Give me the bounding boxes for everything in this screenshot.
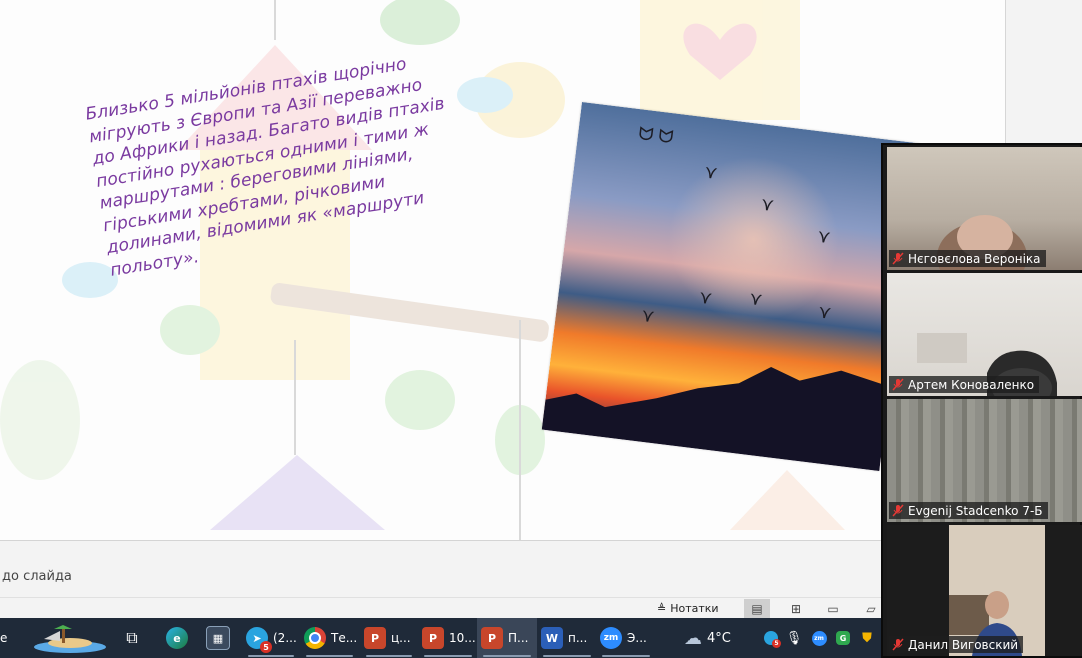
- participant-tile[interactable]: Нєговєлова Вероніка: [887, 147, 1082, 270]
- taskbar-calculator[interactable]: ▦: [203, 618, 233, 658]
- tray-app[interactable]: 5: [762, 618, 781, 658]
- taskbar-word[interactable]: W п...: [537, 618, 597, 658]
- muted-mic-icon: [892, 504, 904, 517]
- island-icon: [34, 625, 106, 653]
- taskbar-label-zoom: Э...: [627, 631, 647, 645]
- weather-temperature: 4°C: [707, 630, 731, 646]
- microphone-icon: 🎙: [785, 630, 803, 646]
- tray-badge: 5: [772, 639, 781, 648]
- svg-text:ᗢ: ᗢ: [637, 123, 654, 146]
- telegram-icon: ➤ 5: [246, 627, 272, 653]
- taskbar-label-powerpoint-2: 10...: [449, 631, 476, 645]
- slide-sorter-icon[interactable]: ⊞: [783, 599, 809, 618]
- task-view-button[interactable]: ⧉: [118, 618, 146, 658]
- widgets-island-icon[interactable]: [32, 618, 110, 658]
- taskbar-label-telegram: (2...: [273, 631, 297, 645]
- slide-canvas[interactable]: Близько 5 мільйонів птахів щорічно мігру…: [0, 0, 1005, 540]
- taskbar-label-chrome: Те...: [331, 631, 358, 645]
- notes-icon: ≜: [657, 602, 667, 615]
- reading-view-icon[interactable]: ▭: [820, 599, 846, 618]
- powerpoint-icon: P: [481, 627, 503, 649]
- edge-icon: e: [166, 627, 188, 649]
- svg-text:⋎: ⋎: [748, 288, 764, 310]
- taskbar-label-word: п...: [568, 631, 588, 645]
- zoom-tray-icon: zm: [811, 630, 827, 646]
- participant-name-tag: Артем Коноваленко: [889, 376, 1040, 393]
- participant-name: Нєговєлова Вероніка: [908, 251, 1041, 266]
- tray-green-app[interactable]: G: [834, 618, 852, 658]
- participant-name: Артем Коноваленко: [908, 377, 1035, 392]
- powerpoint-icon: P: [422, 627, 444, 649]
- tray-green-icon: G: [836, 631, 850, 645]
- svg-text:⋎: ⋎: [817, 301, 833, 323]
- taskbar-edge[interactable]: e: [162, 618, 192, 658]
- powerpoint-icon: P: [364, 627, 386, 649]
- tray-app-icon: 5: [764, 631, 781, 648]
- muted-mic-icon: [892, 638, 904, 651]
- participant-name: Evgenij Stadcenko 7-Б: [908, 503, 1043, 518]
- cloud-icon: ☁: [684, 627, 702, 649]
- taskbar-cut-text: е: [0, 631, 8, 645]
- calculator-icon: ▦: [206, 626, 230, 650]
- participant-tile[interactable]: Evgenij Stadcenko 7-Б: [887, 399, 1082, 522]
- participant-tile[interactable]: Артем Коноваленко: [887, 273, 1082, 396]
- microphone-tray[interactable]: 🎙: [785, 618, 803, 658]
- taskbar-label-powerpoint-1: ц...: [391, 631, 411, 645]
- photo-illustration: ᗢ ᗢ ⋎ ⋎ ⋎ ⋎ ⋎ ⋎ ⋎: [541, 102, 920, 471]
- svg-text:⋎: ⋎: [816, 226, 832, 248]
- tray-security[interactable]: ⛊: [858, 618, 876, 658]
- zoom-icon: zm: [600, 627, 622, 649]
- taskbar-zoom[interactable]: zm Э...: [596, 618, 656, 658]
- muted-mic-icon: [892, 252, 904, 265]
- notes-label: Нотатки: [670, 602, 719, 615]
- participant-name-tag: Нєговєлова Вероніка: [889, 250, 1046, 267]
- taskbar-telegram[interactable]: ➤ 5 (2...: [242, 618, 300, 658]
- svg-text:⋎: ⋎: [698, 287, 714, 309]
- participant-name-tag: Данил Виговский: [889, 636, 1024, 653]
- word-icon: W: [541, 627, 563, 649]
- shield-icon: ⛊: [862, 630, 872, 646]
- telegram-badge: 5: [260, 641, 272, 653]
- zoom-tray[interactable]: zm: [810, 618, 828, 658]
- taskbar-label-powerpoint-3: П...: [508, 631, 529, 645]
- zoom-video-panel[interactable]: Нєговєлова Вероніка Артем Коноваленко Ev…: [881, 143, 1082, 658]
- muted-mic-icon: [892, 378, 904, 391]
- participant-tile[interactable]: Данил Виговский: [887, 525, 1082, 656]
- svg-text:⋎: ⋎: [640, 305, 656, 327]
- svg-text:⋎: ⋎: [760, 194, 776, 216]
- taskbar-powerpoint-1[interactable]: P ц...: [360, 618, 418, 658]
- svg-text:⋎: ⋎: [703, 162, 719, 184]
- notes-placeholder[interactable]: до слайда: [2, 569, 72, 584]
- normal-view-icon[interactable]: ▤: [744, 599, 770, 618]
- svg-text:ᗢ: ᗢ: [657, 126, 674, 149]
- taskbar-chrome[interactable]: Те...: [300, 618, 359, 658]
- notes-toggle-button[interactable]: ≜ Нотатки: [657, 600, 719, 617]
- task-view-icon: ⧉: [126, 628, 138, 647]
- birds-sunset-photo[interactable]: ᗢ ᗢ ⋎ ⋎ ⋎ ⋎ ⋎ ⋎ ⋎: [541, 102, 920, 471]
- participant-name: Данил Виговский: [908, 637, 1019, 652]
- weather-widget[interactable]: ☁ 4°C: [684, 618, 746, 658]
- taskbar-powerpoint-3[interactable]: P П...: [477, 618, 537, 658]
- taskbar-powerpoint-2[interactable]: P 10...: [418, 618, 478, 658]
- participant-name-tag: Evgenij Stadcenko 7-Б: [889, 502, 1048, 519]
- chrome-icon: [304, 627, 326, 649]
